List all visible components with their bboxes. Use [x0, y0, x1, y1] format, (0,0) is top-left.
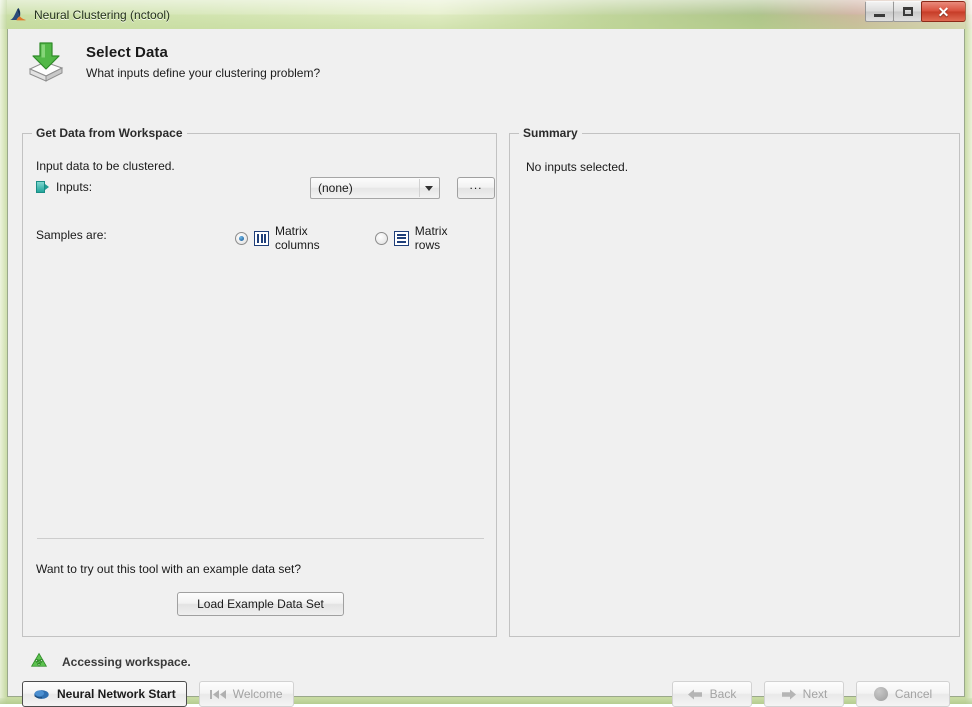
- matrix-rows-icon: [393, 230, 409, 246]
- browse-inputs-button[interactable]: ...: [457, 177, 495, 199]
- footer-left-buttons: Neural Network Start Welcome: [22, 681, 294, 707]
- panel-legend-workspace: Get Data from Workspace: [32, 126, 187, 140]
- radio-matrix-rows[interactable]: [374, 231, 388, 245]
- panel-legend-summary: Summary: [519, 126, 582, 140]
- inputs-select[interactable]: (none): [310, 177, 440, 199]
- next-label: Next: [802, 687, 828, 701]
- page-title: Select Data: [86, 44, 168, 61]
- get-data-from-workspace-panel: Get Data from Workspace Input data to be…: [22, 126, 497, 637]
- load-example-data-set-button[interactable]: Load Example Data Set: [177, 592, 344, 616]
- summary-text: No inputs selected.: [526, 160, 629, 174]
- back-label: Back: [709, 687, 737, 701]
- brain-icon: [33, 688, 50, 701]
- arrow-right-icon: [781, 688, 796, 701]
- header-text-group: Select Data What inputs define your clus…: [86, 44, 320, 80]
- radio-option-matrix-columns[interactable]: Matrix columns: [235, 224, 351, 252]
- example-divider: [37, 538, 484, 539]
- inputs-label: Inputs:: [56, 180, 93, 194]
- neural-network-start-label: Neural Network Start: [57, 687, 176, 701]
- radio-label-matrix-rows: Matrix rows: [414, 224, 448, 252]
- samples-are-label: Samples are:: [36, 228, 107, 242]
- cancel-button[interactable]: Cancel: [856, 681, 950, 707]
- close-icon: ✕: [937, 3, 950, 20]
- arrow-left-icon: [687, 688, 703, 701]
- recycle-icon: [28, 651, 50, 673]
- radio-label-matrix-columns: Matrix columns: [275, 224, 320, 252]
- page-header: Select Data What inputs define your clus…: [8, 29, 964, 95]
- minimize-icon: [874, 13, 885, 17]
- input-vector-icon: [36, 180, 49, 194]
- example-question-label: Want to try out this tool with an exampl…: [36, 562, 302, 576]
- welcome-button[interactable]: Welcome: [198, 681, 294, 707]
- status-bar: Accessing workspace.: [28, 651, 191, 673]
- close-button[interactable]: ✕: [921, 1, 966, 22]
- inputs-row: Inputs:: [36, 180, 92, 194]
- neural-network-start-button[interactable]: Neural Network Start: [22, 681, 187, 707]
- input-description-label: Input data to be clustered.: [36, 159, 175, 173]
- window-frame: Neural Clustering (nctool) ✕ Select Data…: [0, 0, 972, 707]
- frame-edge-left: [0, 0, 7, 704]
- page-subtitle: What inputs define your clustering probl…: [86, 66, 321, 80]
- matrix-columns-icon: [254, 230, 269, 246]
- cancel-circle-icon: [873, 687, 888, 701]
- maximize-button[interactable]: [893, 1, 922, 22]
- import-data-arrow-icon: [22, 39, 68, 85]
- inputs-select-value: (none): [318, 181, 353, 195]
- samples-orientation-radio-group: Matrix columns Matrix rows: [235, 224, 496, 252]
- window-title: Neural Clustering (nctool): [34, 7, 171, 22]
- welcome-label: Welcome: [232, 687, 283, 701]
- status-text: Accessing workspace.: [62, 655, 191, 669]
- title-bar: Neural Clustering (nctool) ✕: [0, 0, 972, 29]
- footer-right-buttons: Back Next Cancel: [672, 681, 950, 707]
- summary-panel: Summary No inputs selected.: [509, 126, 960, 637]
- matlab-membrane-icon: [9, 7, 27, 23]
- radio-option-matrix-rows[interactable]: Matrix rows: [374, 224, 472, 252]
- radio-matrix-columns[interactable]: [235, 231, 248, 245]
- window-controls: ✕: [865, 1, 966, 23]
- back-button[interactable]: Back: [672, 681, 752, 707]
- rewind-icon: [209, 689, 226, 700]
- next-button[interactable]: Next: [764, 681, 844, 707]
- client-area: Select Data What inputs define your clus…: [7, 29, 965, 707]
- maximize-icon: [902, 7, 913, 16]
- cancel-label: Cancel: [894, 687, 933, 701]
- minimize-button[interactable]: [865, 1, 894, 22]
- frame-edge-right: [965, 0, 972, 704]
- chevron-down-icon: [419, 179, 438, 197]
